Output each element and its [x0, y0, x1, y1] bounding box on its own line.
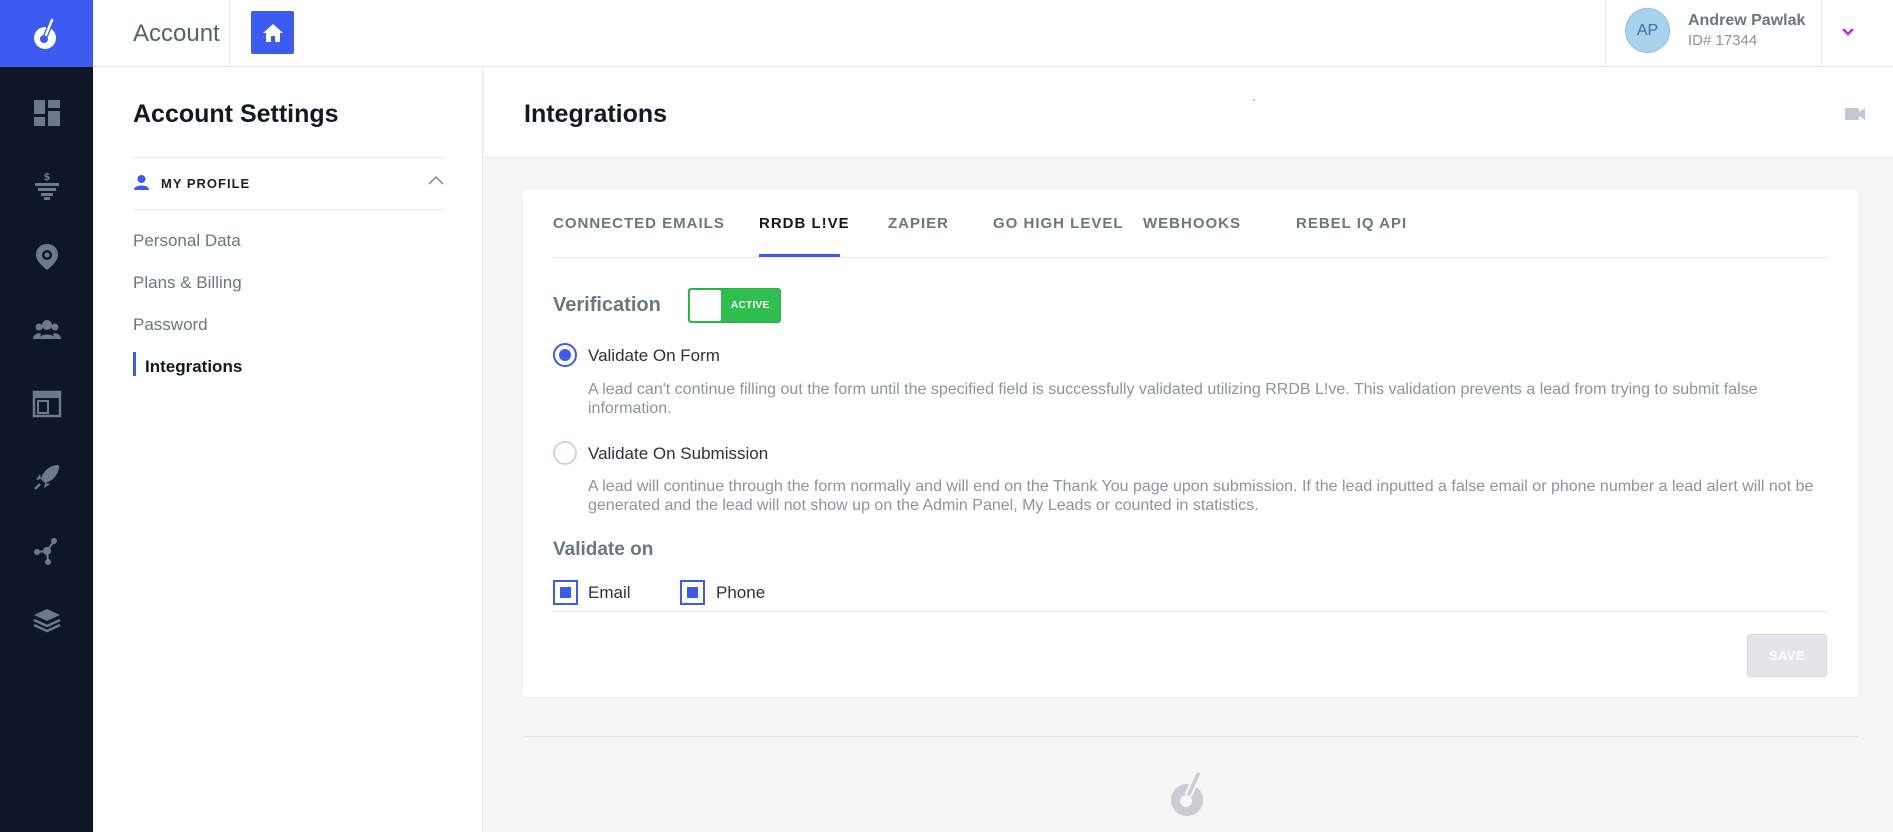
rail-dashboard[interactable] — [0, 93, 93, 133]
top-bar: Account AP Andrew Pawlak ID# 17344 — [93, 0, 1893, 67]
top-bar-title: Account — [133, 20, 220, 47]
phone-checkbox-label[interactable]: Phone — [716, 583, 765, 603]
email-checkbox[interactable] — [553, 580, 578, 605]
home-icon — [262, 23, 283, 42]
section-label: MY PROFILE — [161, 176, 251, 191]
rail-layers[interactable] — [0, 601, 93, 641]
validate-on-form-label[interactable]: Validate On Form — [588, 346, 720, 366]
validate-on-form-radio[interactable] — [553, 343, 577, 367]
footer-logo-icon — [1171, 770, 1203, 816]
divider — [229, 0, 230, 66]
user-menu-toggle[interactable] — [1836, 20, 1860, 44]
tab-webhooks[interactable]: WEBHOOKS — [1143, 215, 1241, 232]
chevron-down-icon — [1842, 28, 1854, 36]
phone-checkbox[interactable] — [680, 580, 705, 605]
user-icon — [134, 175, 149, 190]
funnel-dollar-icon: $ — [34, 172, 59, 200]
save-button[interactable]: SAVE — [1747, 634, 1827, 677]
rocket-icon — [33, 465, 59, 490]
logo-icon — [33, 17, 56, 49]
home-button[interactable] — [251, 11, 294, 54]
dashboard-icon — [33, 100, 60, 126]
users-group-icon — [32, 320, 61, 339]
browser-window-icon — [32, 390, 61, 418]
tab-bar: CONNECTED EMAILS RRDB L!VE ZAPIER GO HIG… — [553, 190, 1828, 258]
tab-rebel-iq-api[interactable]: REBEL IQ API — [1296, 215, 1407, 232]
page-title: Integrations — [524, 100, 668, 128]
icon-rail: $ — [0, 0, 93, 832]
avatar[interactable]: AP — [1625, 8, 1670, 53]
active-indicator — [133, 352, 136, 376]
rail-network[interactable] — [0, 530, 93, 570]
user-name: Andrew Pawlak — [1688, 12, 1806, 29]
validate-on-submission-description: A lead will continue through the form no… — [588, 478, 1814, 514]
my-profile-section-toggle[interactable]: MY PROFILE — [133, 157, 444, 210]
validate-on-label: Validate on — [553, 539, 654, 560]
validate-on-form-description: A lead can't continue filling out the fo… — [588, 381, 1758, 417]
network-nodes-icon — [33, 538, 57, 565]
chevron-up-icon — [428, 175, 444, 185]
toggle-state: ACTIVE — [731, 300, 770, 311]
stray-mark: ` — [1252, 97, 1256, 111]
divider — [1605, 0, 1606, 66]
video-camera-icon[interactable] — [1845, 107, 1865, 121]
divider — [523, 736, 1858, 737]
layers-stack-icon — [32, 609, 61, 633]
divider — [1821, 0, 1822, 66]
nav-password[interactable]: Password — [133, 315, 208, 335]
tab-connected-emails[interactable]: CONNECTED EMAILS — [553, 215, 725, 232]
user-id: ID# 17344 — [1688, 32, 1758, 49]
verification-label: Verification — [553, 294, 661, 316]
verification-toggle[interactable]: ACTIVE — [688, 288, 781, 323]
email-checkbox-label[interactable]: Email — [588, 583, 631, 603]
integration-card: CONNECTED EMAILS RRDB L!VE ZAPIER GO HIG… — [523, 190, 1858, 697]
rail-pages[interactable] — [0, 384, 93, 424]
validate-on-submission-label[interactable]: Validate On Submission — [588, 444, 768, 464]
nav-plans-billing[interactable]: Plans & Billing — [133, 273, 242, 293]
tab-go-high-level[interactable]: GO HIGH LEVEL — [993, 215, 1124, 232]
settings-title: Account Settings — [133, 100, 339, 128]
nav-integrations[interactable]: Integrations — [145, 357, 242, 377]
rail-campaigns[interactable] — [0, 457, 93, 497]
settings-sidebar: Account Settings MY PROFILE Personal Dat… — [93, 67, 483, 832]
main-header: Integrations ` — [484, 67, 1893, 158]
app-logo[interactable] — [0, 0, 93, 67]
toggle-knob — [690, 290, 721, 321]
tab-zapier[interactable]: ZAPIER — [888, 215, 949, 232]
rail-locations[interactable] — [0, 237, 93, 277]
nav-personal-data[interactable]: Personal Data — [133, 231, 241, 251]
validate-on-submission-radio[interactable] — [553, 441, 577, 465]
svg-text:$: $ — [43, 172, 50, 183]
active-tab-underline — [759, 254, 840, 257]
tab-rrdb-live[interactable]: RRDB L!VE — [759, 215, 850, 232]
rail-users[interactable] — [0, 310, 93, 350]
divider — [553, 611, 1828, 612]
rail-funnel[interactable]: $ — [0, 166, 93, 206]
location-target-icon — [35, 244, 58, 270]
